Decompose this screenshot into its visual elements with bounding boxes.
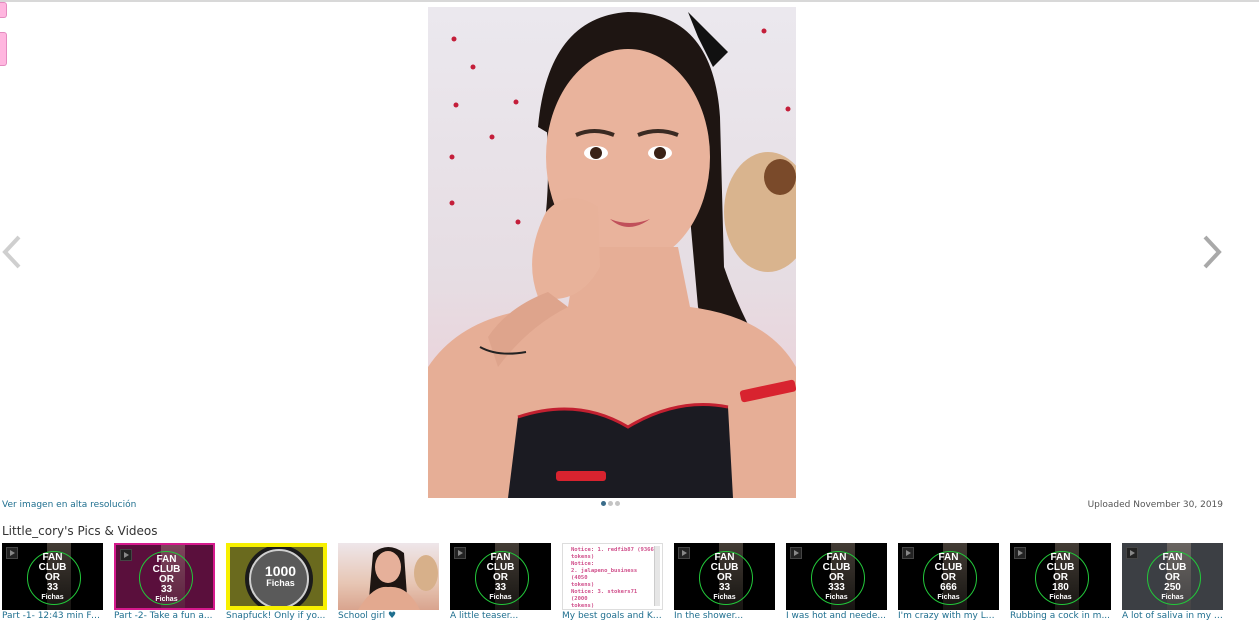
fanclub-unit: Fichas (41, 594, 64, 601)
thumbnail-caption[interactable]: A little teaser... (450, 611, 551, 621)
thumbnail-image[interactable]: Notice: 1. redfib87 (9366 tokens) Notice: 2… (562, 543, 663, 610)
thumbnail-image[interactable]: 1000 Fichas (226, 543, 327, 610)
fanclub-badge-text: FAN CLUB OR 33 Fichas (116, 555, 213, 605)
thumbnail-image[interactable]: FAN CLUB OR 333 Fichas (786, 543, 887, 610)
fanclub-badge-text: FAN CLUB OR 250 Fichas (1122, 553, 1223, 603)
fanclub-badge-text: FAN CLUB OR 180 Fichas (1010, 553, 1111, 603)
fanclub-amount: 33 (46, 582, 59, 593)
thumbnail-image[interactable] (338, 543, 439, 610)
thumbnail-strip: FAN CLUB OR 33 Fichas Part -1- 12:43 min Fu..… (0, 543, 1259, 624)
carousel-dots (601, 501, 620, 506)
price-badge-text: 1000 Fichas (230, 563, 323, 589)
fanclub-badge-text: FAN CLUB OR 666 Fichas (898, 553, 999, 603)
carousel-dot-2[interactable] (608, 501, 613, 506)
fanclub-amount: 333 (828, 582, 845, 593)
section-title: Little_cory's Pics & Videos (2, 524, 158, 538)
thumbnail-card[interactable]: FAN CLUB OR 250 Fichas A lot of saliva in my … (1122, 543, 1223, 621)
thumbnail-image[interactable]: FAN CLUB OR 180 Fichas (1010, 543, 1111, 610)
thumbnail-caption[interactable]: A lot of saliva in my f... (1122, 611, 1223, 621)
upload-date: Uploaded November 30, 2019 (1087, 500, 1223, 510)
thumbnail-card[interactable]: FAN CLUB OR 33 Fichas Part -2- Take a fun a..… (114, 543, 215, 621)
fanclub-unit: Fichas (489, 594, 512, 601)
price-amount: 1000 (264, 563, 297, 579)
fanclub-amount: 180 (1052, 582, 1069, 593)
thumbnail-card[interactable]: FAN CLUB OR 33 Fichas A little teaser... (450, 543, 551, 621)
thumbnail-card[interactable]: FAN CLUB OR 180 Fichas Rubbing a cock in m... (1010, 543, 1111, 621)
fanclub-badge-text: FAN CLUB OR 33 Fichas (2, 553, 103, 603)
fanclub-badge-text: FAN CLUB OR 333 Fichas (786, 553, 887, 603)
scrollbar[interactable] (654, 546, 660, 606)
prev-arrow-icon[interactable] (2, 235, 22, 269)
fanclub-amount: 666 (940, 582, 957, 593)
fanclub-amount: 33 (160, 584, 173, 595)
photo-preview (358, 547, 438, 610)
thumbnail-image[interactable]: FAN CLUB OR 33 Fichas (674, 543, 775, 610)
thumbnail-caption[interactable]: My best goals and Ki... (562, 611, 663, 621)
thumbnail-caption[interactable]: School girl ♥ (338, 611, 439, 621)
next-arrow-icon[interactable] (1202, 235, 1222, 269)
thumbnail-caption[interactable]: Rubbing a cock in m... (1010, 611, 1111, 621)
notice-line: tokens) (571, 554, 595, 560)
top-border (0, 0, 1259, 2)
thumbnail-caption[interactable]: Snapfuck! Only if yo... (226, 611, 327, 621)
thumbnail-card[interactable]: 1000 Fichas Snapfuck! Only if yo... (226, 543, 327, 621)
fanclub-amount: 250 (1164, 582, 1181, 593)
thumbnail-card[interactable]: School girl ♥ (338, 543, 439, 621)
fanclub-unit: Fichas (1161, 594, 1184, 601)
thumbnail-caption[interactable]: I was hot and neede... (786, 611, 887, 621)
thumbnail-card[interactable]: FAN CLUB OR 33 Fichas Part -1- 12:43 min Fu..… (2, 543, 103, 621)
fanclub-badge-text: FAN CLUB OR 33 Fichas (674, 553, 775, 603)
thumbnail-caption[interactable]: Part -2- Take a fun a... (114, 611, 215, 621)
fanclub-unit: Fichas (937, 594, 960, 601)
price-unit: Fichas (266, 578, 295, 588)
thumbnail-caption[interactable]: I'm crazy with my Lo... (898, 611, 999, 621)
notice-line: tokens) (571, 603, 595, 609)
fanclub-unit: Fichas (713, 594, 736, 601)
thumbnail-image[interactable]: FAN CLUB OR 33 Fichas (450, 543, 551, 610)
thumbnail-card[interactable]: FAN CLUB OR 666 Fichas I'm crazy with my Lo..… (898, 543, 999, 621)
thumbnail-image[interactable]: FAN CLUB OR 250 Fichas (1122, 543, 1223, 610)
thumbnail-image[interactable]: FAN CLUB OR 33 Fichas (114, 543, 215, 610)
fanclub-badge-text: FAN CLUB OR 33 Fichas (450, 553, 551, 603)
thumbnail-caption[interactable]: Part -1- 12:43 min Fu... (2, 611, 103, 621)
thumbnail-card[interactable]: FAN CLUB OR 33 Fichas In the shower... (674, 543, 775, 621)
fanclub-amount: 33 (494, 582, 507, 593)
notice-line: Notice: (571, 561, 595, 567)
fanclub-unit: Fichas (155, 596, 178, 603)
view-high-resolution-link[interactable]: Ver imagen en alta resolución (2, 500, 136, 510)
main-photo[interactable] (428, 7, 796, 498)
notice-line: Notice: 3. stokers71 (2000 (571, 589, 638, 602)
notice-line: tokens) (571, 582, 595, 588)
fanclub-unit: Fichas (1049, 594, 1072, 601)
notice-text: Notice: 1. redfib87 (9366 tokens) Notice: 2… (571, 547, 655, 609)
side-tab-1[interactable] (0, 2, 7, 18)
notice-line: Notice: 1. redfib87 (9366 (571, 547, 654, 553)
thumbnail-caption[interactable]: In the shower... (674, 611, 775, 621)
thumbnail-image[interactable]: FAN CLUB OR 33 Fichas (2, 543, 103, 610)
thumbnail-image[interactable]: FAN CLUB OR 666 Fichas (898, 543, 999, 610)
carousel-dot-1[interactable] (601, 501, 606, 506)
main-photo-illustration (428, 12, 796, 498)
thumbnail-card[interactable]: FAN CLUB OR 333 Fichas I was hot and neede... (786, 543, 887, 621)
carousel-dot-3[interactable] (615, 501, 620, 506)
side-tab-2[interactable] (0, 32, 7, 66)
thumbnail-card[interactable]: Notice: 1. redfib87 (9366 tokens) Notice: 2… (562, 543, 663, 621)
notice-line: 2. jalapeno_business (4050 (571, 568, 638, 581)
fanclub-unit: Fichas (825, 594, 848, 601)
fanclub-amount: 33 (718, 582, 731, 593)
